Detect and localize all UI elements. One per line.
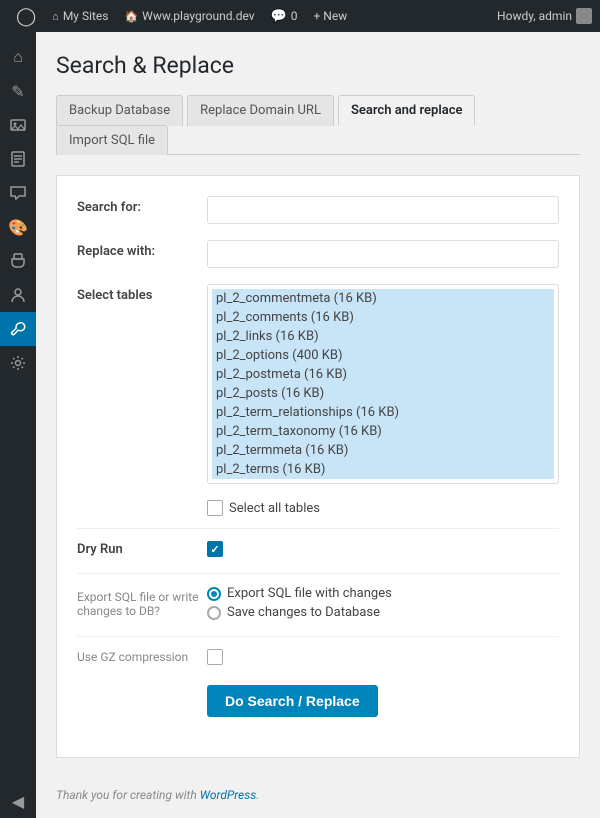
list-item[interactable]: pl_2_comments (16 KB) [212,308,554,327]
select-all-row: Select all tables [207,500,559,516]
replace-with-input[interactable] [207,240,559,268]
list-item[interactable]: pl_2_term_taxonomy (16 KB) [212,422,554,441]
select-tables-label: Select tables [77,284,207,303]
do-search-replace-button[interactable]: Do Search / Replace [207,685,378,717]
tabs: Backup Database Replace Domain URL Searc… [56,95,580,155]
gz-label: Use GZ compression [77,650,207,664]
save-db-radio[interactable] [207,606,221,620]
footer-wordpress-link[interactable]: WordPress [200,788,257,802]
admin-bar-wp-icon[interactable]: ◯ [8,0,44,32]
sidebar-icon-posts[interactable]: ✎ [0,74,36,108]
list-item[interactable]: pl_2_termmeta (16 KB) [212,441,554,460]
replace-with-label: Replace with: [77,240,207,259]
export-sql-radio[interactable] [207,587,221,601]
select-all-checkbox[interactable] [207,500,223,516]
main-content: Search & Replace Backup Database Replace… [36,32,600,778]
sidebar-icon-comments[interactable] [0,176,36,210]
admin-bar-site[interactable]: 🏠 Www.playground.dev [116,0,262,32]
sidebar-icon-collapse[interactable]: ◀ [0,784,36,818]
sidebar-icon-plugins[interactable] [0,244,36,278]
submit-area: Do Search / Replace [77,685,559,717]
save-db-option[interactable]: Save changes to Database [207,605,559,620]
dry-run-row: Dry Run [77,541,559,557]
sidebar-icon-users[interactable] [0,278,36,312]
dry-run-label: Dry Run [77,542,207,557]
gz-checkbox[interactable] [207,649,223,665]
replace-with-row: Replace with: [77,240,559,268]
sidebar-icon-settings[interactable] [0,346,36,380]
list-item[interactable]: pl_2_options (400 KB) [212,346,554,365]
sidebar-icon-media[interactable] [0,108,36,142]
list-item[interactable]: pl_2_commentmeta (16 KB) [212,289,554,308]
replace-with-control [207,240,559,268]
sidebar-icon-appearance[interactable]: 🎨 [0,210,36,244]
export-radio-group: Export SQL file with changes Save change… [207,586,559,620]
admin-bar-comments[interactable]: 💬 0 [263,0,306,32]
footer-text: Thank you for creating with [56,788,200,802]
tab-import-sql-file[interactable]: Import SQL file [56,125,168,155]
tables-control: pl_2_commentmeta (16 KB) pl_2_comments (… [207,284,559,484]
footer-text-end: . [256,788,259,802]
sidebar-icon-dashboard[interactable]: ⌂ [0,40,36,74]
sidebar-icon-tools[interactable] [0,312,36,346]
admin-bar-new[interactable]: + New [306,0,356,32]
search-for-row: Search for: [77,196,559,224]
list-item[interactable]: pl_2_postmeta (16 KB) [212,365,554,384]
gz-row: Use GZ compression [77,649,559,665]
dry-run-checkbox[interactable] [207,541,223,557]
tab-replace-domain-url[interactable]: Replace Domain URL [187,95,334,126]
sidebar-icon-pages[interactable] [0,142,36,176]
admin-avatar [576,8,592,24]
admin-bar-right: Howdy, admin [497,8,592,24]
list-item[interactable]: pl_2_term_relationships (16 KB) [212,403,554,422]
tab-backup-database[interactable]: Backup Database [56,95,183,126]
export-control: Export SQL file with changes Save change… [207,586,559,620]
form-panel: Search for: Replace with: Select tables [56,175,580,758]
search-for-input[interactable] [207,196,559,224]
tables-listbox[interactable]: pl_2_commentmeta (16 KB) pl_2_comments (… [207,284,559,484]
list-item[interactable]: pl_2_posts (16 KB) [212,384,554,403]
search-for-control [207,196,559,224]
select-all-label: Select all tables [229,501,320,516]
export-sql-option[interactable]: Export SQL file with changes [207,586,559,601]
sidebar: ⌂ ✎ 🎨 ◀ [0,32,36,818]
tab-search-and-replace[interactable]: Search and replace [338,95,476,126]
footer: Thank you for creating with WordPress. [36,778,600,818]
page-title: Search & Replace [56,52,580,79]
admin-bar: ◯ ⌂ My Sites 🏠 Www.playground.dev 💬 0 + … [0,0,600,32]
admin-bar-mysites[interactable]: ⌂ My Sites [44,0,116,32]
list-item[interactable]: pl_2_links (16 KB) [212,327,554,346]
export-sql-label: Export SQL file with changes [227,586,392,601]
export-row: Export SQL file or write changes to DB? … [77,586,559,620]
list-item[interactable]: pl_2_terms (16 KB) [212,460,554,479]
select-tables-row: Select tables pl_2_commentmeta (16 KB) p… [77,284,559,484]
save-db-label: Save changes to Database [227,605,380,620]
export-label: Export SQL file or write changes to DB? [77,586,207,618]
layout: ⌂ ✎ 🎨 ◀ Search & Replace [0,32,600,818]
search-for-label: Search for: [77,196,207,215]
